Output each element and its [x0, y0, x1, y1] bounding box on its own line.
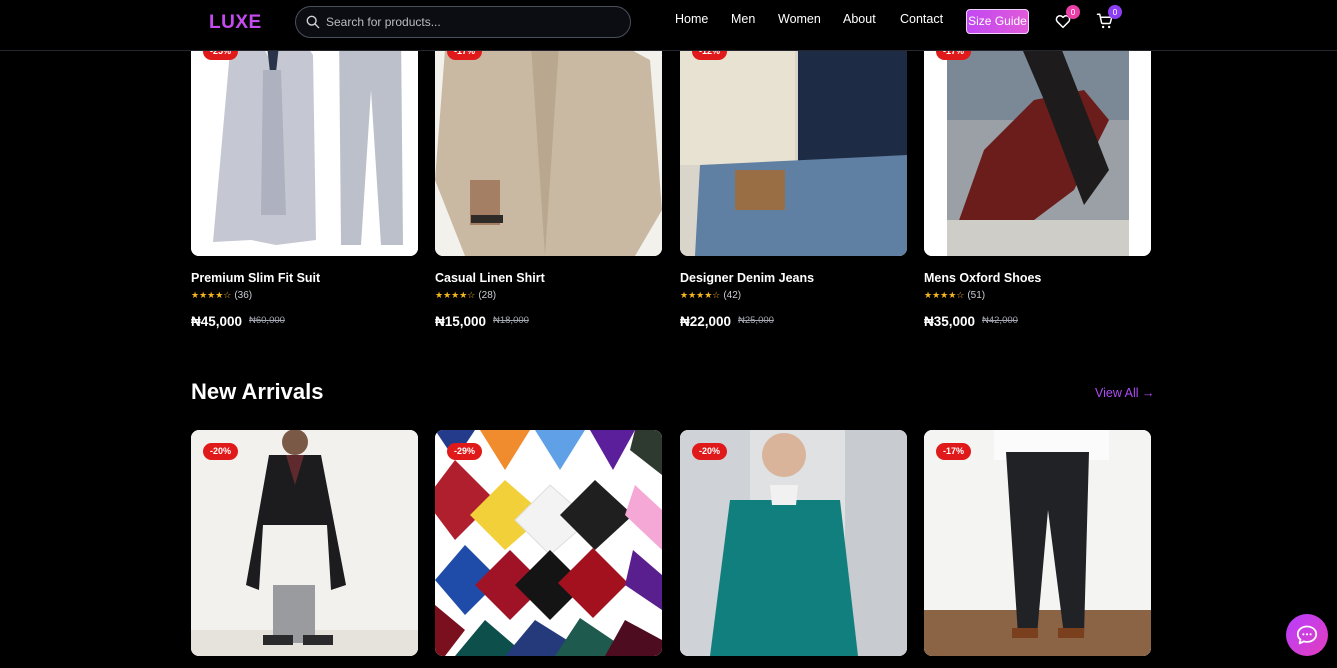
nav-women[interactable]: Women: [778, 12, 821, 26]
search-icon: [306, 15, 320, 29]
trousers-image: [924, 430, 1151, 656]
product-old-price: ₦60,000: [249, 315, 285, 326]
discount-badge: -29%: [447, 443, 483, 460]
product-image[interactable]: [924, 30, 1151, 256]
sweater-image: [680, 430, 907, 656]
oxford-shoes-image: [924, 30, 1151, 256]
site-header: LUXE Home Men Women About Contact Size G…: [0, 0, 1337, 51]
product-rating: ★★★★☆ (51): [924, 290, 985, 301]
logo[interactable]: LUXE: [209, 12, 262, 34]
product-name[interactable]: Mens Oxford Shoes: [924, 271, 1041, 285]
review-count: (42): [723, 290, 742, 301]
denim-jeans-image: [680, 30, 907, 256]
product-old-price: ₦18,000: [493, 315, 529, 326]
product-name[interactable]: Designer Denim Jeans: [680, 271, 814, 285]
star-rating-icon: ★★★★☆: [680, 290, 721, 300]
star-rating-icon: ★★★★☆: [191, 290, 232, 300]
nav-home[interactable]: Home: [675, 12, 708, 26]
review-count: (51): [967, 290, 986, 301]
discount-badge: -17%: [936, 443, 972, 460]
nav-about[interactable]: About: [843, 12, 876, 26]
product-old-price: ₦42,000: [982, 315, 1018, 326]
cart-count-badge: 0: [1108, 5, 1122, 19]
product-image[interactable]: [435, 30, 662, 256]
size-guide-button[interactable]: Size Guide: [966, 9, 1029, 34]
search-input[interactable]: [326, 13, 616, 31]
nav-contact[interactable]: Contact: [900, 12, 943, 26]
product-price: ₦35,000: [924, 314, 976, 329]
product-rating: ★★★★☆ (36): [191, 290, 252, 301]
pocket-squares-image: [435, 430, 662, 656]
product-rating: ★★★★☆ (42): [680, 290, 741, 301]
search-bar[interactable]: [295, 6, 631, 38]
product-image[interactable]: [435, 430, 662, 656]
overcoat-image: [191, 430, 418, 656]
product-image[interactable]: [680, 30, 907, 256]
product-image[interactable]: [191, 30, 418, 256]
product-price: ₦15,000: [435, 314, 487, 329]
product-image[interactable]: [191, 430, 418, 656]
chat-button[interactable]: [1286, 614, 1328, 656]
star-rating-icon: ★★★★☆: [435, 290, 476, 300]
chat-icon: [1296, 625, 1318, 645]
nav-men[interactable]: Men: [731, 12, 755, 26]
product-price: ₦45,000: [191, 314, 243, 329]
product-name[interactable]: Premium Slim Fit Suit: [191, 271, 320, 285]
section-title-new-arrivals: New Arrivals: [191, 379, 324, 404]
product-image[interactable]: [680, 430, 907, 656]
wishlist-count-badge: 0: [1066, 5, 1080, 19]
discount-badge: -20%: [203, 443, 239, 460]
product-rating: ★★★★☆ (28): [435, 290, 496, 301]
product-name[interactable]: Casual Linen Shirt: [435, 271, 545, 285]
review-count: (36): [234, 290, 253, 301]
discount-badge: -20%: [692, 443, 728, 460]
view-all-link[interactable]: View All →: [1095, 386, 1155, 400]
suit-image: [191, 30, 418, 256]
star-rating-icon: ★★★★☆: [924, 290, 965, 300]
product-image[interactable]: [924, 430, 1151, 656]
review-count: (28): [478, 290, 497, 301]
linen-shirt-image: [435, 30, 662, 256]
product-price: ₦22,000: [680, 314, 732, 329]
product-old-price: ₦25,000: [738, 315, 774, 326]
